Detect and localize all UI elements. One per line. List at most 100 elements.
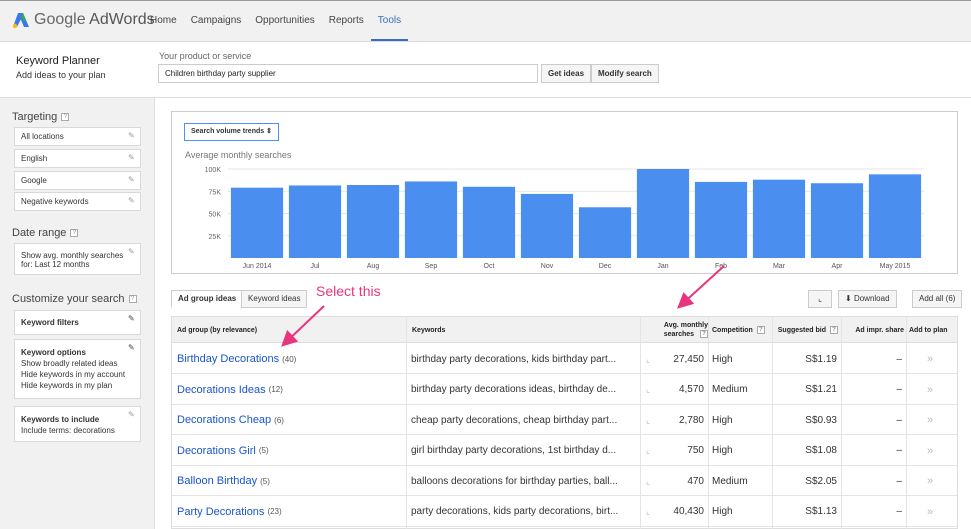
chart-bar[interactable] <box>462 186 516 258</box>
pencil-icon[interactable]: ✎ <box>128 344 135 352</box>
trend-mini-chart-icon[interactable]: ⌞ <box>646 466 650 496</box>
trend-mini-chart-icon[interactable]: ⌞ <box>646 405 650 435</box>
keyword-filters-box[interactable]: Keyword filters ✎ <box>14 310 141 335</box>
product-input[interactable]: Children birthday party supplier <box>158 64 538 83</box>
pencil-icon[interactable]: ✎ <box>128 411 135 419</box>
targeting-network[interactable]: Google ✎ <box>14 171 141 190</box>
pencil-icon[interactable]: ✎ <box>128 176 135 184</box>
add-to-plan-icon[interactable]: » <box>927 344 933 374</box>
pencil-icon[interactable]: ✎ <box>128 315 135 323</box>
chart-bar[interactable] <box>868 174 922 258</box>
help-icon[interactable]: ? <box>70 229 79 238</box>
download-button[interactable]: ⬇ Download <box>838 290 897 308</box>
x-tick-label: Aug <box>367 263 380 270</box>
add-to-plan-icon[interactable]: » <box>927 497 933 527</box>
help-icon[interactable]: ? <box>756 326 765 334</box>
chart-bar[interactable] <box>694 181 748 258</box>
chart-bar[interactable] <box>404 181 458 258</box>
chart-toggle-button[interactable]: ⌞ <box>808 290 832 308</box>
pencil-icon[interactable]: ✎ <box>128 248 135 256</box>
ad-group-link[interactable]: Party Decorations <box>177 506 264 518</box>
logo-word-google: Google <box>34 11 86 28</box>
chart-bar[interactable] <box>520 193 574 258</box>
add-to-plan-icon[interactable]: » <box>927 405 933 435</box>
page-subtitle: Add ideas to your plan <box>16 70 106 80</box>
ad-group-link[interactable]: Decorations Ideas <box>177 384 266 396</box>
help-icon[interactable]: ? <box>700 330 708 339</box>
help-icon[interactable]: ? <box>61 113 70 122</box>
add-to-plan-icon[interactable]: » <box>927 436 933 466</box>
add-all-button[interactable]: Add all (6) <box>912 290 963 308</box>
chart-bar[interactable] <box>636 169 690 258</box>
chart-bar[interactable] <box>230 187 284 258</box>
chart-bar[interactable] <box>578 207 632 258</box>
ad-group-cell: Party Decorations (23) <box>177 497 282 527</box>
ad-group-link[interactable]: Balloon Birthday <box>177 475 257 487</box>
targeting-locations[interactable]: All locations ✎ <box>14 127 141 146</box>
ad-impr-share-cell: – <box>896 506 902 517</box>
pencil-icon[interactable]: ✎ <box>128 154 135 162</box>
col-suggested-bid[interactable]: Suggested bid? <box>775 317 838 343</box>
chart-type-dropdown[interactable]: Search volume trends ⇕ <box>184 123 279 141</box>
nav-home[interactable]: Home <box>143 1 184 41</box>
x-tick-label: Apr <box>832 263 844 270</box>
keyword-option-account: Hide keywords in my account <box>21 370 126 379</box>
chart-bar[interactable] <box>810 183 864 258</box>
chart-bar[interactable] <box>346 185 400 258</box>
targeting-negative-keywords[interactable]: Negative keywords ✎ <box>14 192 141 211</box>
chart-bar[interactable] <box>288 185 342 258</box>
nav-tools[interactable]: Tools <box>370 1 409 41</box>
avg-searches-cell: 2,780 <box>678 414 704 426</box>
adwords-logo-icon <box>12 13 29 29</box>
help-icon[interactable]: ? <box>830 326 838 334</box>
add-to-plan-icon[interactable]: » <box>927 466 933 496</box>
trend-mini-chart-icon[interactable]: ⌞ <box>646 436 650 466</box>
keyword-option-plan: Hide keywords in my plan <box>21 381 113 390</box>
chart-bar[interactable] <box>752 179 806 258</box>
get-ideas-button[interactable]: Get ideas <box>541 64 592 83</box>
suggested-bid-cell: S$0.93 <box>805 414 837 426</box>
nav-campaigns[interactable]: Campaigns <box>184 1 249 41</box>
keywords-cell: birthday party decorations ideas, birthd… <box>411 384 617 395</box>
col-ad-impr-share[interactable]: Ad impr. share <box>844 317 904 343</box>
competition-cell: High <box>712 414 733 426</box>
trend-mini-chart-icon[interactable]: ⌞ <box>646 497 650 527</box>
suggested-bid-cell: S$2.05 <box>805 475 837 487</box>
ad-group-link[interactable]: Decorations Girl <box>177 445 256 457</box>
ad-group-link[interactable]: Birthday Decorations <box>177 353 279 365</box>
ad-group-cell: Decorations Girl (5) <box>177 436 269 466</box>
modify-search-button[interactable]: Modify search <box>591 64 659 83</box>
col-avg-searches[interactable]: Avg. monthly searches ? <box>642 317 708 343</box>
tab-keyword-ideas[interactable]: Keyword ideas <box>241 290 308 308</box>
help-icon[interactable]: ? <box>128 295 137 304</box>
add-to-plan-icon[interactable]: » <box>927 375 933 405</box>
col-competition[interactable]: Competition? <box>712 317 765 343</box>
keywords-cell: balloons decorations for birthday partie… <box>411 475 618 487</box>
download-label: Download <box>853 294 890 303</box>
col-ad-group[interactable]: Ad group (by relevance) <box>177 317 257 343</box>
x-tick-label: Jun 2014 <box>243 263 272 270</box>
trend-mini-chart-icon[interactable]: ⌞ <box>646 344 650 374</box>
keyword-count: (5) <box>260 476 270 486</box>
keyword-count: (12) <box>268 385 283 394</box>
keywords-include-box[interactable]: Keywords to include Include terms: decor… <box>14 406 141 442</box>
tab-ad-group-ideas[interactable]: Ad group ideas <box>171 290 244 308</box>
ad-group-link[interactable]: Decorations Cheap <box>177 414 271 426</box>
pencil-icon[interactable]: ✎ <box>128 197 135 205</box>
targeting-language[interactable]: English ✎ <box>14 149 141 168</box>
trend-mini-chart-icon[interactable]: ⌞ <box>646 375 650 405</box>
customize-search-title: Customize your search? <box>12 293 137 305</box>
keywords-cell: party decorations, kids party decoration… <box>411 506 619 517</box>
adwords-logo[interactable]: Google AdWords <box>12 11 155 29</box>
date-range-box[interactable]: Show avg. monthly searches for: Last 12 … <box>14 243 141 275</box>
competition-cell: High <box>712 506 733 517</box>
keyword-count: (23) <box>267 507 282 516</box>
pencil-icon[interactable]: ✎ <box>128 132 135 140</box>
logo-text: Google AdWords <box>34 11 155 29</box>
x-tick-label: Jan <box>657 263 668 270</box>
nav-reports[interactable]: Reports <box>322 1 371 41</box>
ad-impr-share-cell: – <box>896 353 902 365</box>
x-tick-label: Oct <box>484 263 495 270</box>
nav-opportunities[interactable]: Opportunities <box>248 1 321 41</box>
keyword-options-box[interactable]: Keyword options Show broadly related ide… <box>14 339 141 399</box>
